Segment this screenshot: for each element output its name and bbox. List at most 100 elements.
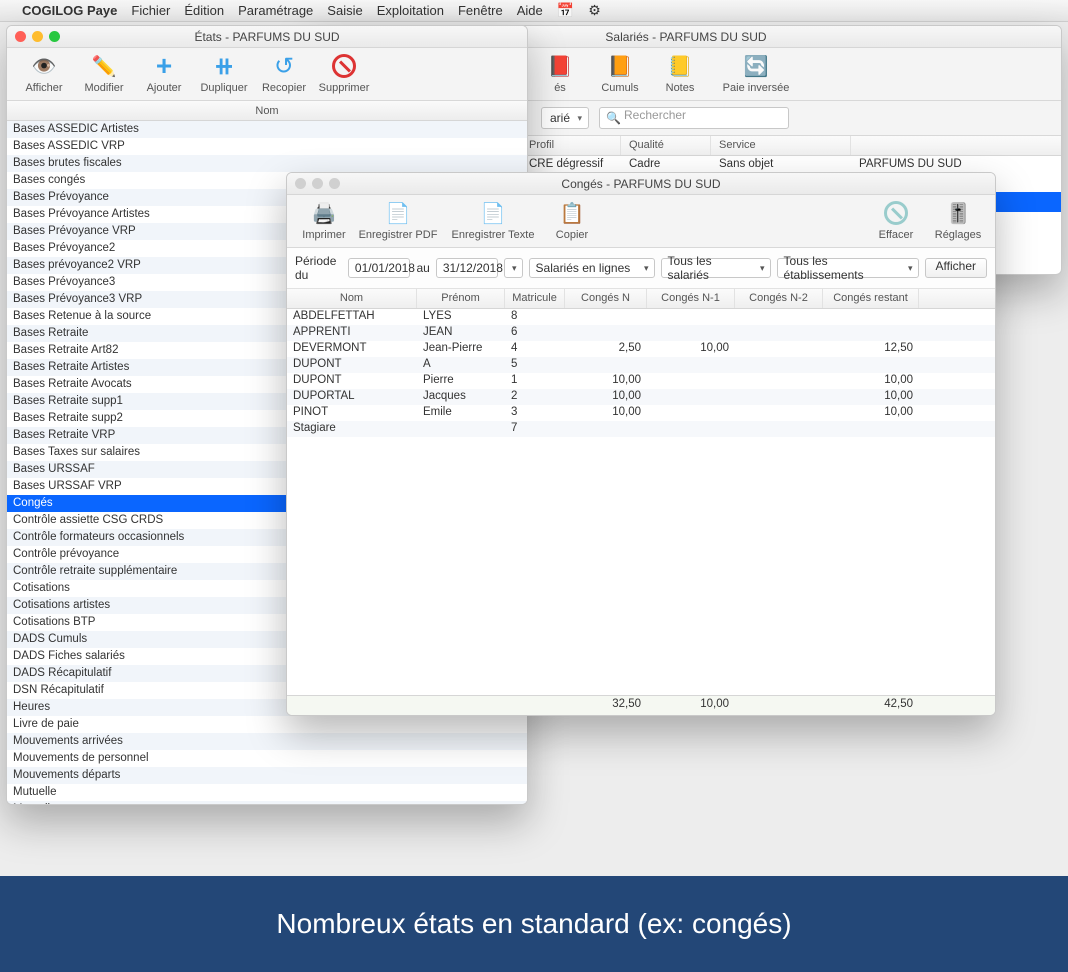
close-icon[interactable] — [15, 31, 26, 42]
search-icon: 🔍 — [606, 111, 621, 125]
conges-table-footer: 32,50 10,00 42,50 — [287, 695, 995, 715]
list-item[interactable]: Mutuelle supp — [7, 801, 527, 804]
etats-titlebar[interactable]: États - PARFUMS DU SUD — [7, 26, 527, 48]
table-row[interactable]: DUPORTALJacques210,0010,00 — [287, 389, 995, 405]
cycle-icon: 🔄 — [744, 54, 769, 79]
table-row[interactable]: DEVERMONTJean-Pierre42,5010,0012,50 — [287, 341, 995, 357]
minimize-icon[interactable] — [312, 178, 323, 189]
clipboard-icon: 📋 — [560, 201, 585, 226]
system-menubar: COGILOG Paye Fichier Édition Paramétrage… — [0, 0, 1068, 22]
input-date-from[interactable]: 01/01/2018 — [348, 258, 411, 278]
salaries-search-input[interactable]: 🔍Rechercher — [599, 107, 789, 129]
footer-total-rest: 42,50 — [823, 696, 919, 715]
col-conges-restant[interactable]: Congés restant — [823, 289, 919, 308]
table-row[interactable]: ABDELFETTAHLYES8 — [287, 309, 995, 325]
menubar-item-fenetre[interactable]: Fenêtre — [458, 3, 503, 18]
etats-toolbar: 👁️Afficher ✏️Modifier +Ajouter ⧺Duplique… — [7, 48, 527, 101]
minimize-icon[interactable] — [32, 31, 43, 42]
col-conges-n[interactable]: Congés N — [565, 289, 647, 308]
col-conges-n1[interactable]: Congés N-1 — [647, 289, 735, 308]
plus-icon: + — [148, 52, 180, 80]
label-periode: Période du — [295, 254, 342, 282]
conges-params: Période du 01/01/2018 au 31/12/2018 Sala… — [287, 248, 995, 289]
conges-history-dropdown[interactable] — [504, 258, 522, 278]
banner-text: Nombreux états en standard (ex: congés) — [276, 908, 791, 940]
note-icon: 📒 — [668, 54, 693, 79]
table-row[interactable]: Stagiare7 — [287, 421, 995, 437]
gear-icon[interactable]: ⚙ — [588, 2, 601, 19]
col-service[interactable]: Service — [711, 136, 851, 155]
salaries-tbtn-notes[interactable]: 📒Notes — [651, 52, 709, 94]
col-prenom[interactable]: Prénom — [417, 289, 505, 308]
menubar-item-edition[interactable]: Édition — [184, 3, 224, 18]
col-nom[interactable]: Nom — [287, 289, 417, 308]
col-matricule[interactable]: Matricule — [505, 289, 565, 308]
conges-btn-copier[interactable]: 📋Copier — [543, 199, 601, 241]
zoom-icon[interactable] — [49, 31, 60, 42]
settings-switch-icon: 🎚️ — [946, 201, 971, 226]
conges-btn-enregistrer-pdf[interactable]: 📄Enregistrer PDF — [353, 199, 443, 241]
window-conges: Congés - PARFUMS DU SUD 🖨️Imprimer 📄Enre… — [286, 172, 996, 716]
printer-icon: 🖨️ — [312, 201, 337, 226]
list-item[interactable]: Mouvements arrivées — [7, 733, 527, 750]
eye-icon: 👁️ — [32, 54, 57, 79]
caption-banner: Nombreux états en standard (ex: congés) — [0, 876, 1068, 972]
double-plus-icon: ⧺ — [208, 52, 240, 80]
input-date-to[interactable]: 31/12/2018 — [436, 258, 499, 278]
table-row[interactable]: PINOTEmile310,0010,00 — [287, 405, 995, 421]
footer-total-n: 32,50 — [565, 696, 647, 715]
menubar-item-parametrage[interactable]: Paramétrage — [238, 3, 313, 18]
list-item[interactable]: Mutuelle — [7, 784, 527, 801]
table-row[interactable]: DUPONTPierre110,0010,00 — [287, 373, 995, 389]
conges-btn-enregistrer-texte[interactable]: 📄Enregistrer Texte — [443, 199, 543, 241]
conges-titlebar[interactable]: Congés - PARFUMS DU SUD — [287, 173, 995, 195]
salaries-tbtn-paie-inversee[interactable]: 🔄Paie inversée — [711, 52, 801, 94]
list-item[interactable]: Mouvements départs — [7, 767, 527, 784]
list-item[interactable]: Bases brutes fiscales — [7, 155, 527, 172]
etats-btn-recopier[interactable]: ↺Recopier — [255, 52, 313, 94]
menubar-item-fichier[interactable]: Fichier — [131, 3, 170, 18]
document-icon: 📄 — [386, 201, 411, 226]
etats-btn-supprimer[interactable]: Supprimer — [315, 52, 373, 94]
salaries-tbtn-cumuls[interactable]: 📙Cumuls — [591, 52, 649, 94]
etats-btn-afficher[interactable]: 👁️Afficher — [15, 52, 73, 94]
conges-btn-reglages[interactable]: 🎚️Réglages — [929, 199, 987, 241]
etats-btn-dupliquer[interactable]: ⧺Dupliquer — [195, 52, 253, 94]
conges-table-body[interactable]: ABDELFETTAHLYES8APPRENTIJEAN6DEVERMONTJe… — [287, 309, 995, 695]
calendar-icon[interactable]: 📅 — [557, 2, 574, 19]
col-qualite[interactable]: Qualité — [621, 136, 711, 155]
table-row[interactable]: DUPONTA5 — [287, 357, 995, 373]
table-row[interactable]: APPRENTIJEAN6 — [287, 325, 995, 341]
list-item[interactable]: Mouvements de personnel — [7, 750, 527, 767]
close-icon[interactable] — [295, 178, 306, 189]
conges-dd-lines[interactable]: Salariés en lignes — [529, 258, 655, 278]
book-icon: 📕 — [548, 54, 573, 79]
col-conges-n2[interactable]: Congés N-2 — [735, 289, 823, 308]
forbidden-icon — [332, 54, 356, 78]
menubar-item-aide[interactable]: Aide — [517, 3, 543, 18]
salaries-tbtn-es[interactable]: 📕és — [531, 52, 589, 94]
menubar-item-saisie[interactable]: Saisie — [327, 3, 362, 18]
zoom-icon[interactable] — [329, 178, 340, 189]
etats-btn-modifier[interactable]: ✏️Modifier — [75, 52, 133, 94]
pencil-icon: ✏️ — [92, 54, 117, 79]
undo-icon: ↺ — [268, 52, 300, 80]
conges-btn-imprimer[interactable]: 🖨️Imprimer — [295, 199, 353, 241]
conges-title: Congés - PARFUMS DU SUD — [287, 177, 995, 191]
list-item[interactable]: Bases ASSEDIC Artistes — [7, 121, 527, 138]
conges-toolbar: 🖨️Imprimer 📄Enregistrer PDF 📄Enregistrer… — [287, 195, 995, 248]
list-item[interactable]: Livre de paie — [7, 716, 527, 733]
menubar-item-exploitation[interactable]: Exploitation — [377, 3, 444, 18]
conges-dd-salaries[interactable]: Tous les salariés — [661, 258, 771, 278]
menubar-app[interactable]: COGILOG Paye — [22, 3, 117, 18]
label-au: au — [416, 261, 429, 275]
list-item[interactable]: Bases ASSEDIC VRP — [7, 138, 527, 155]
conges-btn-effacer[interactable]: .forbidden[style*='9cc']::after{backgrou… — [867, 199, 925, 241]
footer-total-n1: 10,00 — [647, 696, 735, 715]
conges-btn-afficher[interactable]: Afficher — [925, 258, 987, 278]
col-profil[interactable]: Profil — [521, 136, 621, 155]
etats-list-header[interactable]: Nom — [7, 101, 527, 121]
conges-dd-etab[interactable]: Tous les établissements — [777, 258, 919, 278]
etats-btn-ajouter[interactable]: +Ajouter — [135, 52, 193, 94]
salaries-filter-select[interactable]: arié — [541, 107, 589, 129]
